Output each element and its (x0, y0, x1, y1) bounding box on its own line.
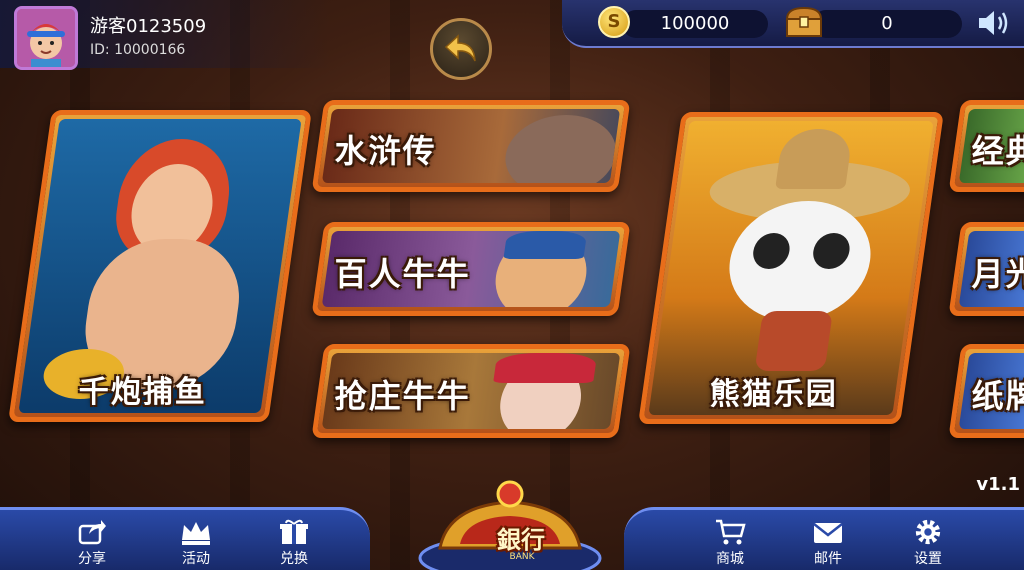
share-button[interactable]: 分享 (62, 518, 122, 568)
game-title-hundred-niuniu: 百人牛牛 (334, 255, 471, 293)
bank-sub-label: BANK (509, 552, 535, 562)
game-title-moonlight: 月光 (971, 255, 1024, 293)
gift-icon (280, 519, 308, 544)
share-label: 分享 (78, 551, 106, 567)
activity-label: 活动 (182, 551, 210, 567)
shop-button[interactable]: 商城 (700, 518, 760, 568)
game-title-classic: 经典 (971, 132, 1024, 170)
exchange-button[interactable]: 兑换 (264, 518, 324, 568)
treasure-chest-icon (785, 6, 823, 37)
coin-icon: S (598, 6, 630, 38)
back-arrow-icon (444, 34, 476, 62)
game-card-classic[interactable]: 经典 (948, 100, 1024, 192)
username: 游客0123509 (90, 16, 207, 37)
game-card-paper-cards[interactable]: 纸牌 (948, 344, 1024, 438)
game-card-moonlight[interactable]: 月光 (948, 222, 1024, 316)
exchange-label: 兑换 (280, 551, 308, 567)
avatar[interactable] (14, 6, 78, 70)
activity-button[interactable]: 活动 (166, 518, 226, 568)
game-card-fishing[interactable]: 千炮捕鱼 (8, 110, 312, 422)
gear-icon (915, 519, 941, 545)
game-title-panda-paradise: 熊猫乐园 (709, 377, 838, 412)
user-id: ID: 10000166 (90, 42, 186, 58)
back-button[interactable] (430, 18, 492, 80)
mail-button[interactable]: 邮件 (798, 518, 858, 568)
settings-button[interactable]: 设置 (898, 518, 958, 568)
settings-label: 设置 (914, 551, 942, 567)
bank-balance: 0 (812, 10, 962, 38)
game-card-panda-paradise[interactable]: 熊猫乐园 (638, 112, 944, 424)
game-title-grab-banker-niuniu: 抢庄牛牛 (334, 377, 471, 415)
speaker-icon[interactable] (976, 8, 1012, 38)
cart-icon (716, 519, 746, 545)
game-title-water-margin: 水浒传 (334, 132, 437, 170)
mail-label: 邮件 (814, 551, 842, 567)
share-icon (78, 520, 106, 545)
shop-label: 商城 (716, 551, 744, 567)
game-card-grab-banker-niuniu[interactable]: 抢庄牛牛 (311, 344, 631, 438)
crown-icon (182, 522, 210, 545)
bank-label: 銀行 (497, 526, 545, 554)
game-card-hundred-niuniu[interactable]: 百人牛牛 (311, 222, 631, 316)
game-title-paper-cards: 纸牌 (971, 377, 1024, 415)
coin-balance: 100000 (622, 10, 768, 38)
game-title-fishing: 千炮捕鱼 (78, 375, 207, 410)
game-card-water-margin[interactable]: 水浒传 (311, 100, 631, 192)
mail-icon (813, 523, 843, 543)
version-label: v1.1 (976, 474, 1020, 495)
